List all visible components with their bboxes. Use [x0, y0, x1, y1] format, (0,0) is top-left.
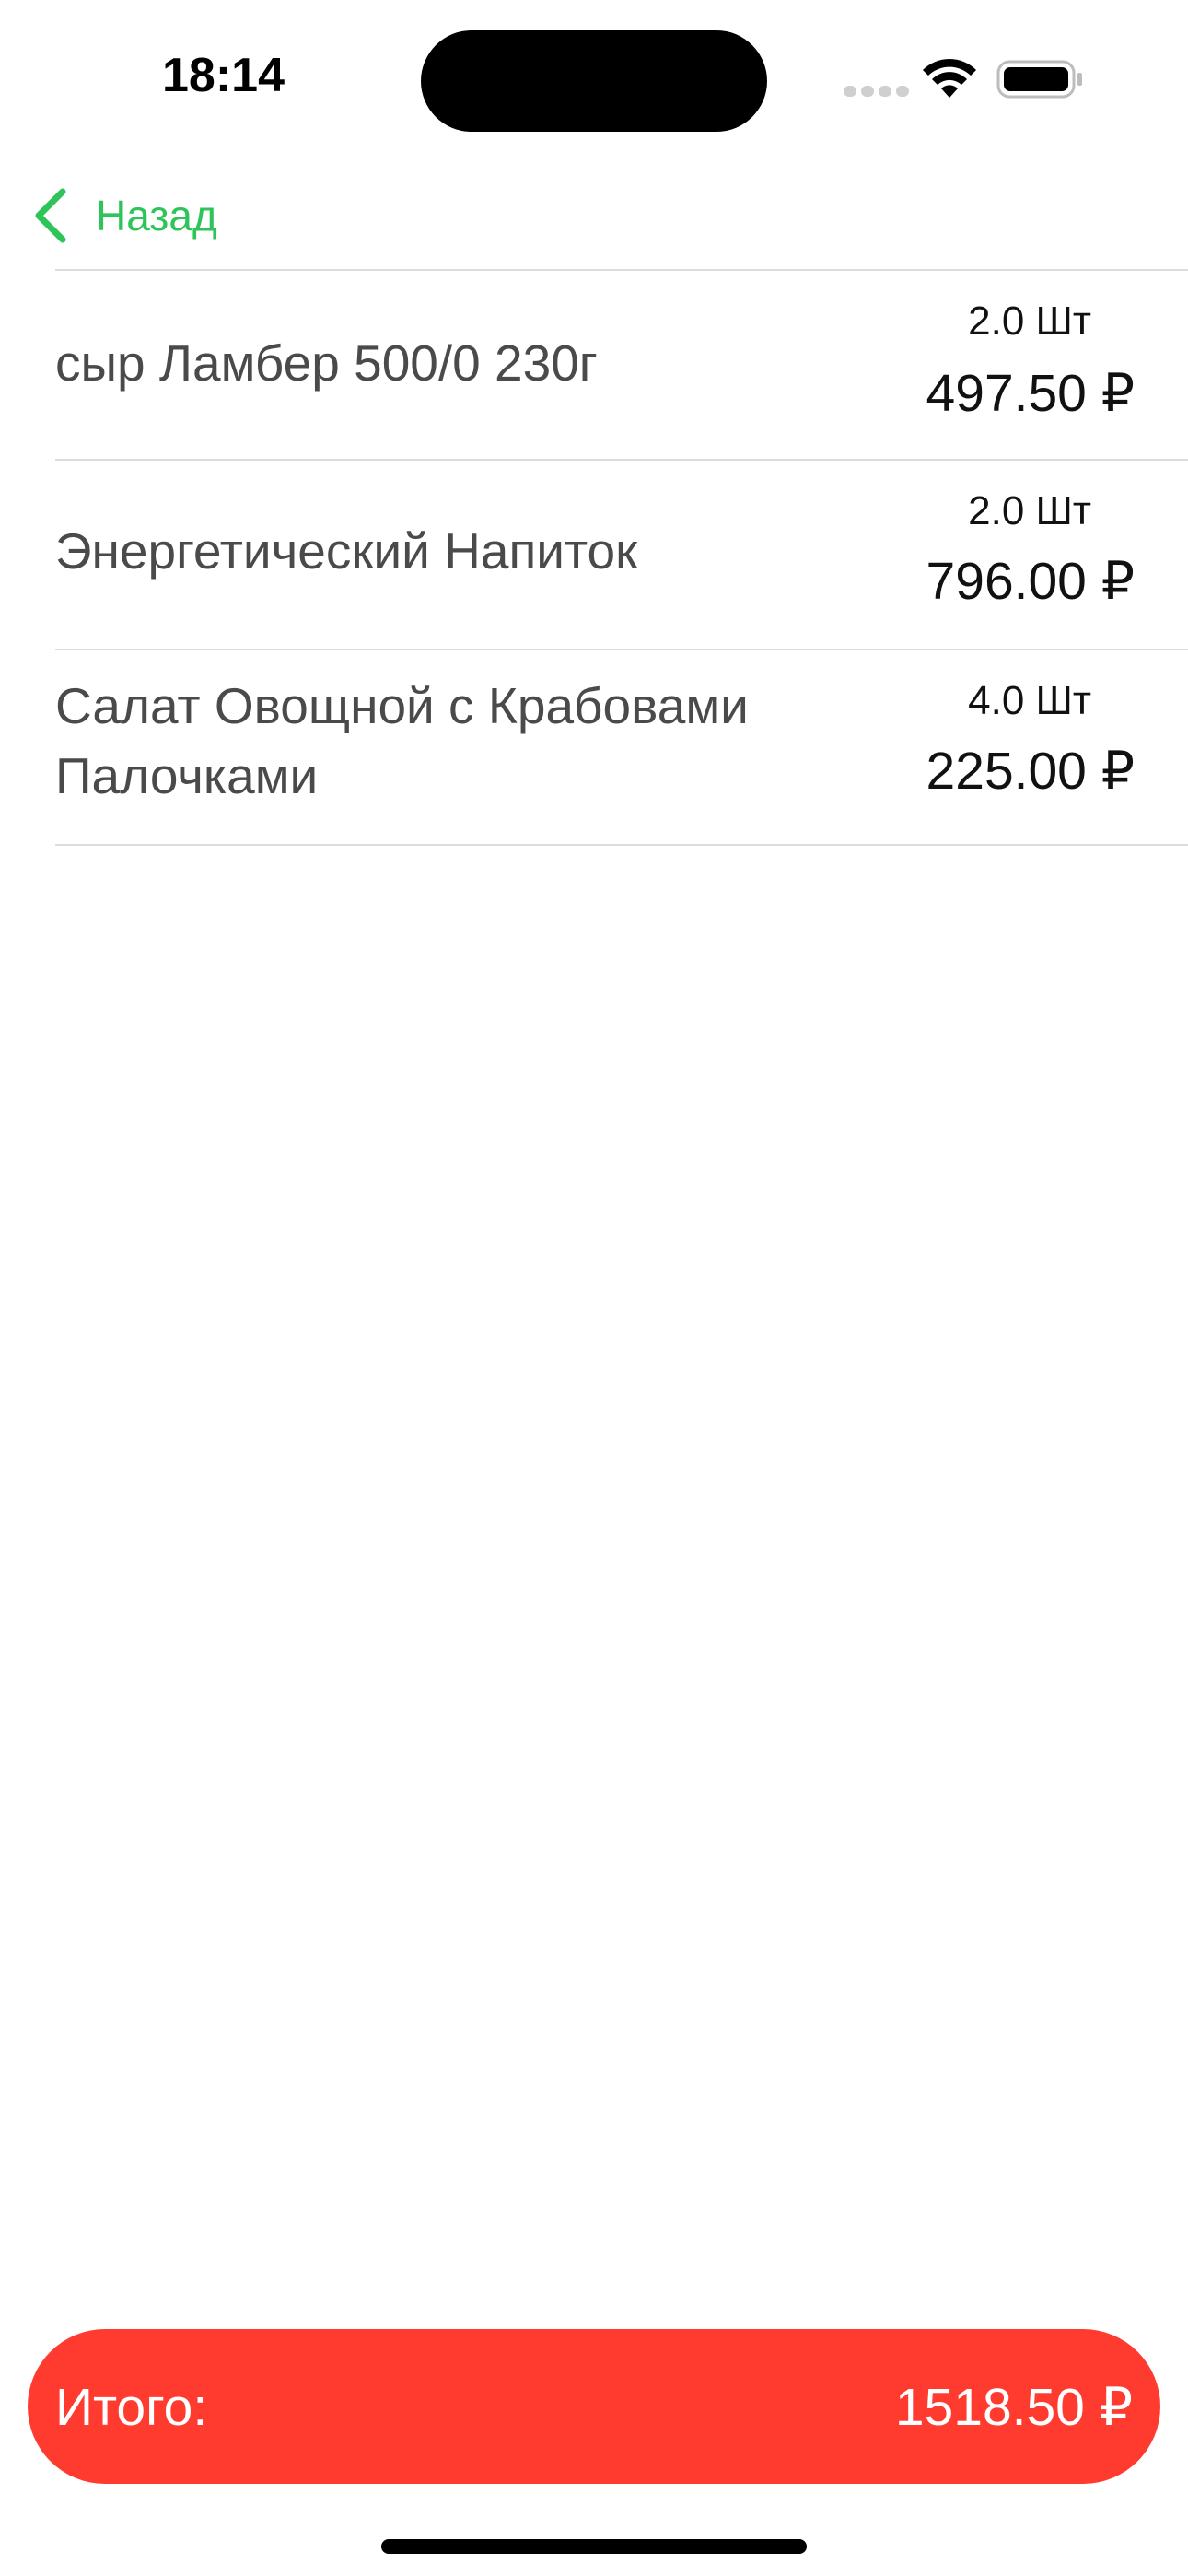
total-bar[interactable]: Итого: 1518.50 ₽ — [28, 2329, 1160, 2484]
item-quantity: 4.0 Шт — [968, 678, 1091, 723]
item-quantity: 2.0 Шт — [968, 488, 1091, 533]
total-label: Итого: — [55, 2378, 208, 2437]
total-value: 1518.50 ₽ — [894, 2378, 1133, 2437]
back-label: Назад — [96, 192, 217, 240]
item-price: 796.00 ₽ — [926, 552, 1135, 611]
dynamic-island — [421, 30, 767, 132]
item-price: 497.50 ₽ — [926, 364, 1135, 423]
item-name: сыр Ламбер 500/0 230г — [55, 334, 598, 392]
item-quantity: 2.0 Шт — [968, 299, 1091, 344]
list-divider — [55, 844, 1188, 846]
list-item[interactable]: Энергетический Напиток 2.0 Шт 796.00 ₽ — [0, 461, 1188, 649]
status-time: 18:14 — [162, 49, 285, 102]
home-indicator[interactable] — [381, 2539, 807, 2554]
item-name: Энергетический Напиток — [55, 522, 638, 580]
back-button[interactable]: Назад — [31, 179, 217, 252]
wifi-icon — [923, 58, 976, 98]
list-item[interactable]: сыр Ламбер 500/0 230г 2.0 Шт 497.50 ₽ — [0, 271, 1188, 459]
status-bar: 18:14 — [0, 0, 1188, 157]
chevron-left-icon — [35, 188, 66, 243]
battery-icon — [996, 60, 1082, 99]
item-price: 225.00 ₽ — [926, 742, 1135, 801]
item-name: Салат Овощной с Крабовами Палочками — [55, 677, 749, 804]
list-item[interactable]: Салат Овощной с Крабовами Палочками 4.0 … — [0, 650, 1188, 844]
cellular-signal-icon — [844, 86, 909, 97]
navigation-bar: Назад — [0, 166, 1188, 267]
